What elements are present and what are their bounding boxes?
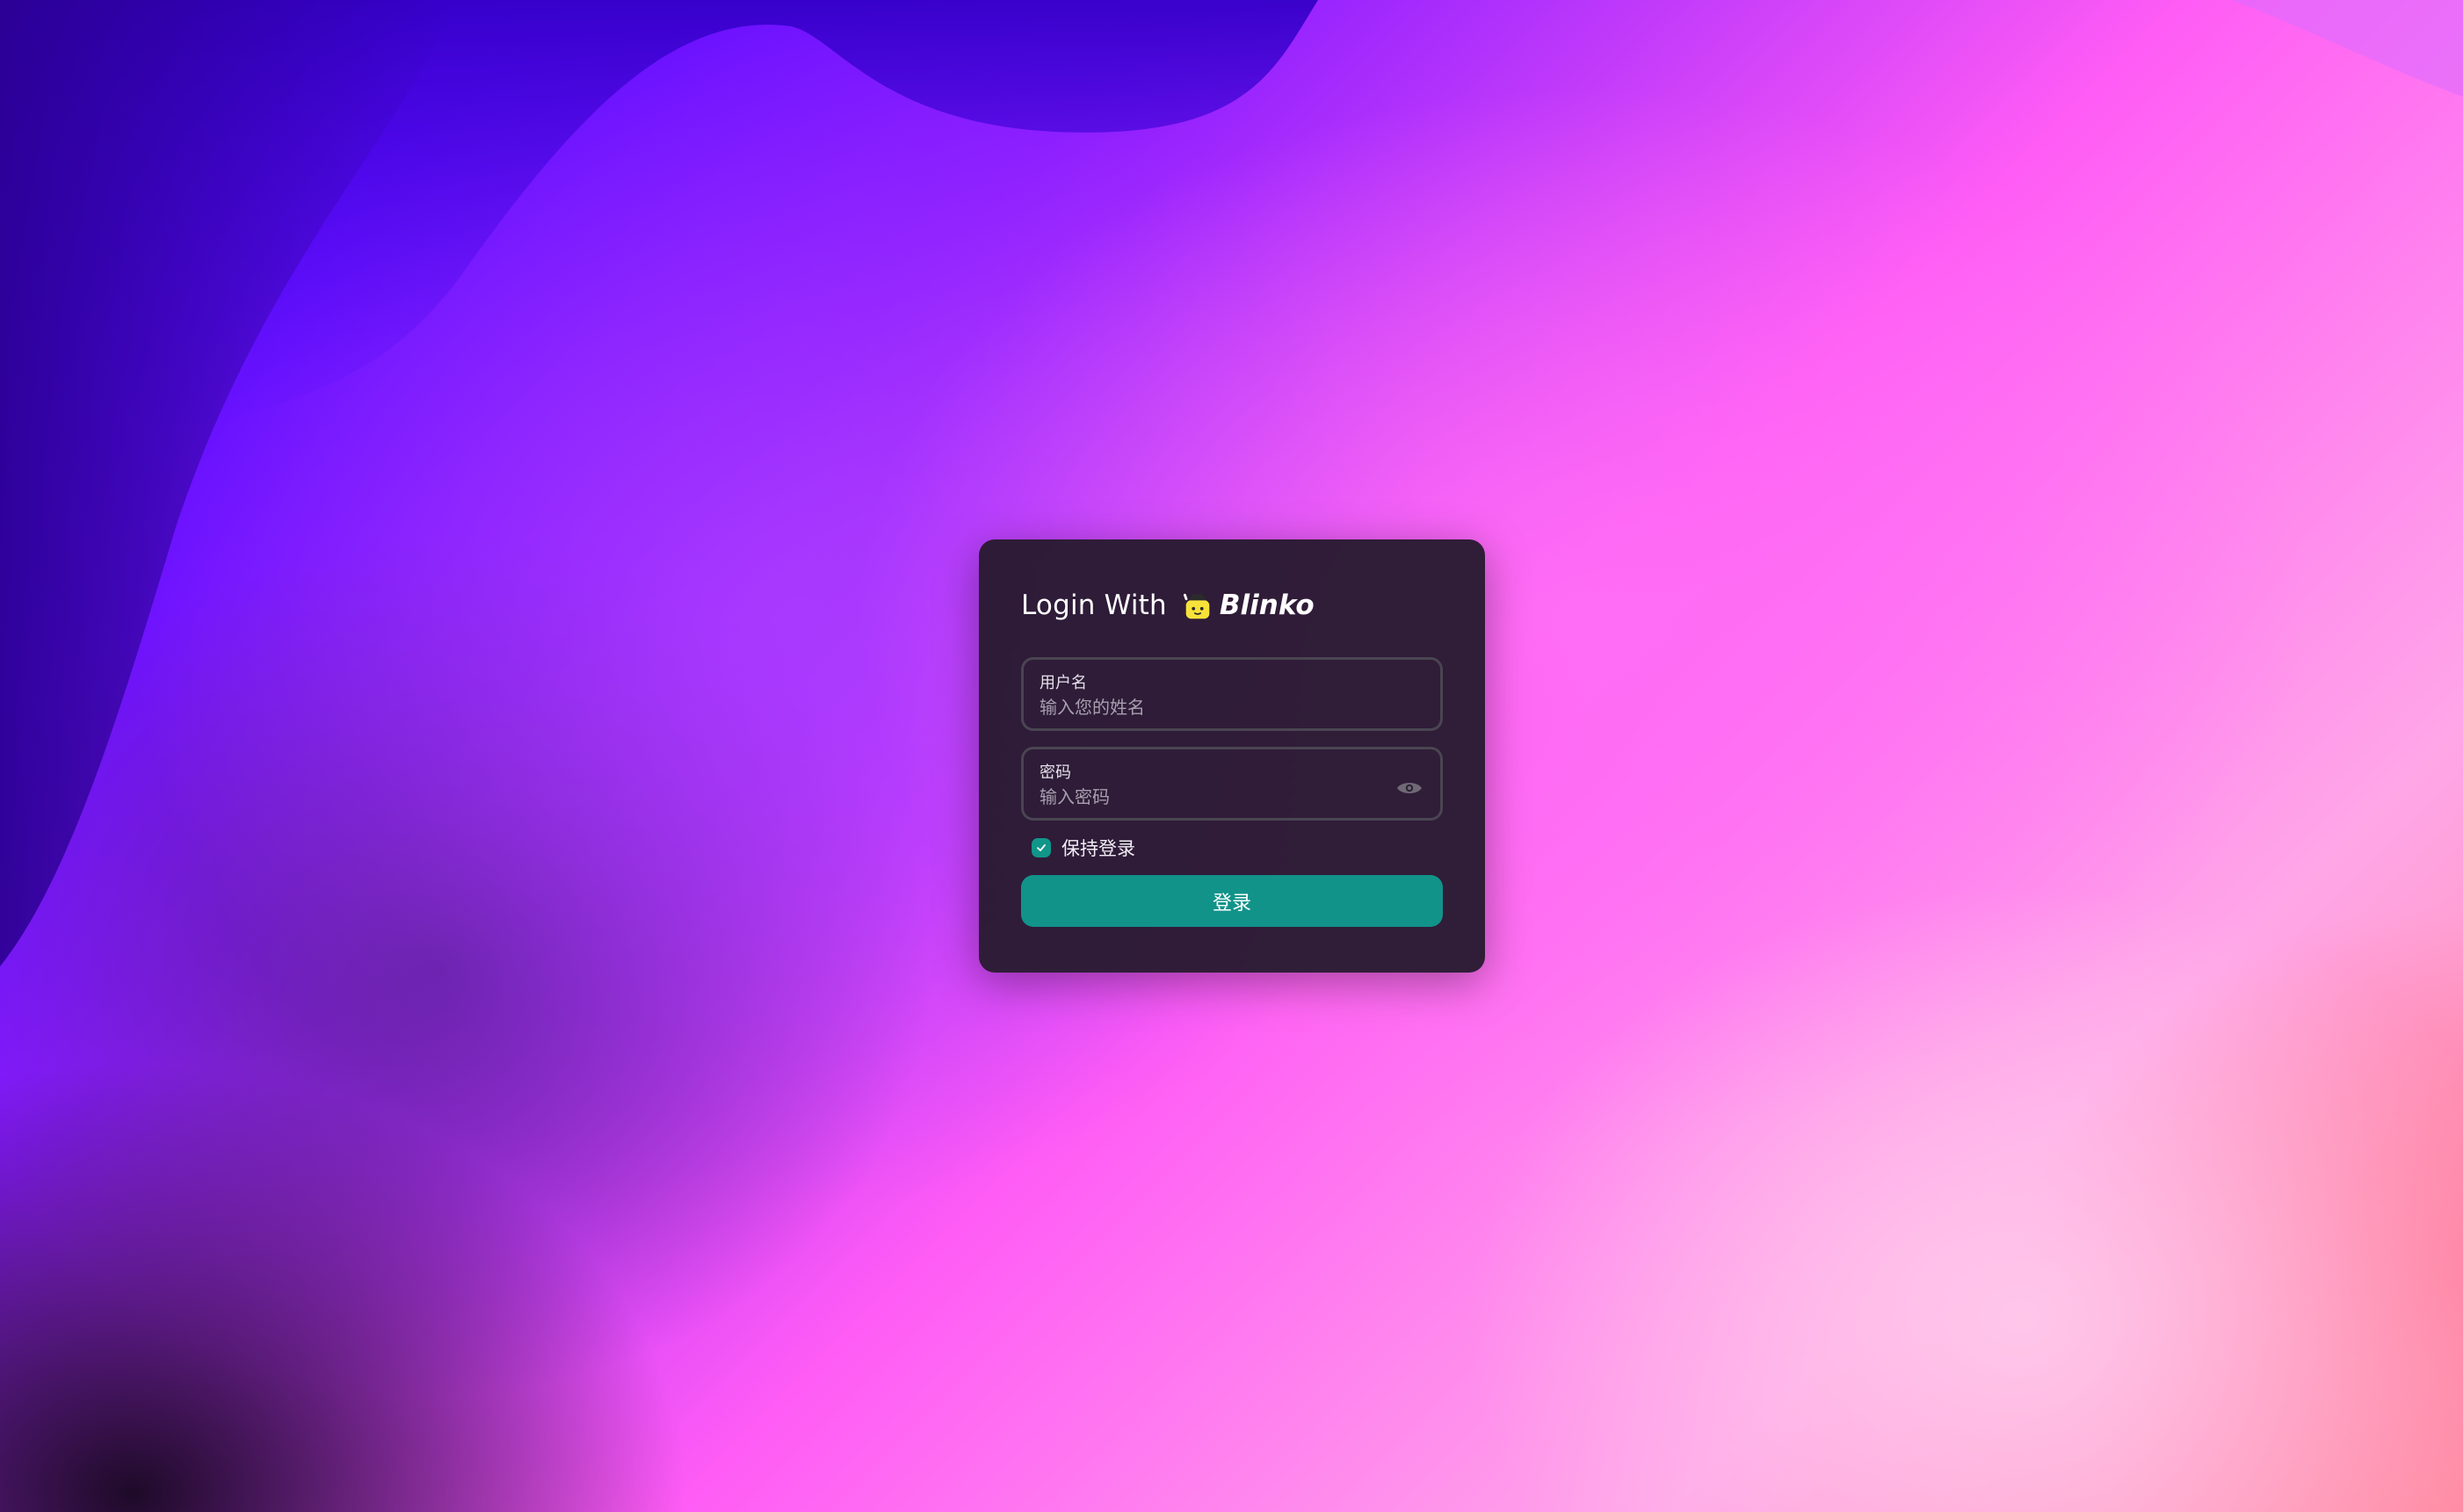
remember-me-checkbox[interactable]	[1032, 838, 1051, 857]
brand-name: Blinko	[1219, 590, 1315, 621]
username-label: 用户名	[1040, 674, 1087, 692]
password-input[interactable]	[1040, 785, 1391, 809]
login-button[interactable]: 登录	[1021, 875, 1443, 927]
brand-logo: Blinko	[1181, 589, 1315, 622]
username-input[interactable]	[1040, 695, 1391, 720]
blinko-logo-icon	[1183, 593, 1210, 619]
eye-icon[interactable]	[1396, 779, 1423, 797]
login-title-row: Login With Blinko	[1021, 575, 1443, 636]
remember-me-label: 保持登录	[1061, 838, 1135, 859]
login-card: Login With Blinko 用户名 密码	[979, 539, 1485, 973]
password-field[interactable]: 密码	[1021, 747, 1443, 821]
username-field[interactable]: 用户名	[1021, 657, 1443, 731]
remember-me-row: 保持登录	[1032, 833, 1443, 863]
login-title: Login With	[1021, 590, 1167, 621]
password-label: 密码	[1040, 763, 1071, 782]
check-icon	[1037, 844, 1046, 851]
